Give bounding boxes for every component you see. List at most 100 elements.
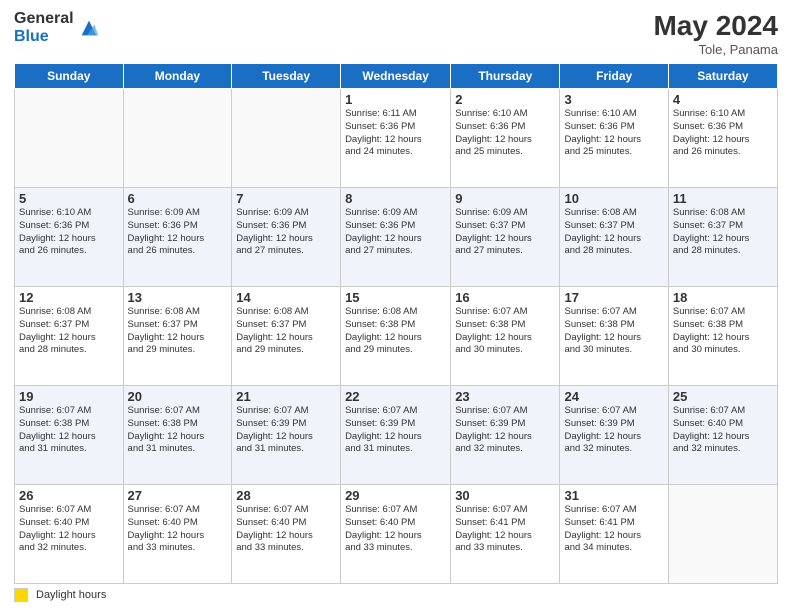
calendar-cell: 10Sunrise: 6:08 AM Sunset: 6:37 PM Dayli…	[560, 188, 668, 287]
calendar-cell: 4Sunrise: 6:10 AM Sunset: 6:36 PM Daylig…	[668, 89, 777, 188]
calendar-week-0: 1Sunrise: 6:11 AM Sunset: 6:36 PM Daylig…	[15, 89, 778, 188]
day-number: 3	[564, 92, 663, 107]
logo: General Blue	[14, 10, 100, 45]
calendar-cell: 1Sunrise: 6:11 AM Sunset: 6:36 PM Daylig…	[341, 89, 451, 188]
calendar-cell: 19Sunrise: 6:07 AM Sunset: 6:38 PM Dayli…	[15, 386, 124, 485]
calendar-header-wednesday: Wednesday	[341, 64, 451, 89]
day-number: 2	[455, 92, 555, 107]
day-info: Sunrise: 6:07 AM Sunset: 6:40 PM Dayligh…	[673, 405, 773, 456]
calendar-cell	[668, 485, 777, 584]
day-info: Sunrise: 6:07 AM Sunset: 6:39 PM Dayligh…	[345, 405, 446, 456]
day-number: 31	[564, 488, 663, 503]
day-number: 24	[564, 389, 663, 404]
day-info: Sunrise: 6:10 AM Sunset: 6:36 PM Dayligh…	[673, 108, 773, 159]
day-number: 12	[19, 290, 119, 305]
day-number: 23	[455, 389, 555, 404]
day-number: 20	[128, 389, 228, 404]
calendar-header-friday: Friday	[560, 64, 668, 89]
calendar-cell	[123, 89, 232, 188]
day-number: 30	[455, 488, 555, 503]
day-number: 5	[19, 191, 119, 206]
day-info: Sunrise: 6:07 AM Sunset: 6:40 PM Dayligh…	[236, 504, 336, 555]
day-info: Sunrise: 6:10 AM Sunset: 6:36 PM Dayligh…	[564, 108, 663, 159]
calendar-header-row: SundayMondayTuesdayWednesdayThursdayFrid…	[15, 64, 778, 89]
calendar-cell: 31Sunrise: 6:07 AM Sunset: 6:41 PM Dayli…	[560, 485, 668, 584]
footer: Daylight hours	[14, 588, 778, 602]
day-info: Sunrise: 6:08 AM Sunset: 6:37 PM Dayligh…	[236, 306, 336, 357]
calendar-header-monday: Monday	[123, 64, 232, 89]
logo-icon	[78, 17, 100, 39]
day-number: 14	[236, 290, 336, 305]
calendar-cell: 25Sunrise: 6:07 AM Sunset: 6:40 PM Dayli…	[668, 386, 777, 485]
calendar-cell: 14Sunrise: 6:08 AM Sunset: 6:37 PM Dayli…	[232, 287, 341, 386]
day-number: 11	[673, 191, 773, 206]
calendar-header-saturday: Saturday	[668, 64, 777, 89]
day-info: Sunrise: 6:08 AM Sunset: 6:37 PM Dayligh…	[128, 306, 228, 357]
header: General Blue May 2024 Tole, Panama	[14, 10, 778, 57]
day-info: Sunrise: 6:08 AM Sunset: 6:37 PM Dayligh…	[564, 207, 663, 258]
day-info: Sunrise: 6:07 AM Sunset: 6:38 PM Dayligh…	[455, 306, 555, 357]
day-info: Sunrise: 6:07 AM Sunset: 6:40 PM Dayligh…	[128, 504, 228, 555]
calendar-cell: 8Sunrise: 6:09 AM Sunset: 6:36 PM Daylig…	[341, 188, 451, 287]
calendar-cell: 30Sunrise: 6:07 AM Sunset: 6:41 PM Dayli…	[451, 485, 560, 584]
day-number: 8	[345, 191, 446, 206]
day-number: 26	[19, 488, 119, 503]
calendar-header-thursday: Thursday	[451, 64, 560, 89]
calendar-cell: 12Sunrise: 6:08 AM Sunset: 6:37 PM Dayli…	[15, 287, 124, 386]
logo-blue: Blue	[14, 28, 74, 46]
calendar-cell: 15Sunrise: 6:08 AM Sunset: 6:38 PM Dayli…	[341, 287, 451, 386]
day-number: 22	[345, 389, 446, 404]
day-info: Sunrise: 6:07 AM Sunset: 6:39 PM Dayligh…	[564, 405, 663, 456]
day-info: Sunrise: 6:08 AM Sunset: 6:37 PM Dayligh…	[673, 207, 773, 258]
day-info: Sunrise: 6:07 AM Sunset: 6:39 PM Dayligh…	[236, 405, 336, 456]
day-number: 9	[455, 191, 555, 206]
day-info: Sunrise: 6:09 AM Sunset: 6:36 PM Dayligh…	[345, 207, 446, 258]
day-info: Sunrise: 6:09 AM Sunset: 6:37 PM Dayligh…	[455, 207, 555, 258]
day-number: 10	[564, 191, 663, 206]
calendar-cell: 16Sunrise: 6:07 AM Sunset: 6:38 PM Dayli…	[451, 287, 560, 386]
day-info: Sunrise: 6:09 AM Sunset: 6:36 PM Dayligh…	[128, 207, 228, 258]
day-number: 29	[345, 488, 446, 503]
calendar-cell: 9Sunrise: 6:09 AM Sunset: 6:37 PM Daylig…	[451, 188, 560, 287]
day-info: Sunrise: 6:09 AM Sunset: 6:36 PM Dayligh…	[236, 207, 336, 258]
day-info: Sunrise: 6:10 AM Sunset: 6:36 PM Dayligh…	[455, 108, 555, 159]
calendar-cell: 5Sunrise: 6:10 AM Sunset: 6:36 PM Daylig…	[15, 188, 124, 287]
calendar-week-3: 19Sunrise: 6:07 AM Sunset: 6:38 PM Dayli…	[15, 386, 778, 485]
legend-label: Daylight hours	[36, 589, 106, 601]
calendar-cell	[15, 89, 124, 188]
calendar-week-1: 5Sunrise: 6:10 AM Sunset: 6:36 PM Daylig…	[15, 188, 778, 287]
day-info: Sunrise: 6:07 AM Sunset: 6:40 PM Dayligh…	[19, 504, 119, 555]
legend-box	[14, 588, 28, 602]
subtitle: Tole, Panama	[653, 42, 778, 57]
calendar-cell: 17Sunrise: 6:07 AM Sunset: 6:38 PM Dayli…	[560, 287, 668, 386]
day-number: 25	[673, 389, 773, 404]
day-number: 13	[128, 290, 228, 305]
page: General Blue May 2024 Tole, Panama Sunda…	[0, 0, 792, 612]
logo-general: General	[14, 10, 74, 28]
day-info: Sunrise: 6:11 AM Sunset: 6:36 PM Dayligh…	[345, 108, 446, 159]
calendar-cell	[232, 89, 341, 188]
calendar-cell: 20Sunrise: 6:07 AM Sunset: 6:38 PM Dayli…	[123, 386, 232, 485]
calendar-cell: 23Sunrise: 6:07 AM Sunset: 6:39 PM Dayli…	[451, 386, 560, 485]
calendar-cell: 7Sunrise: 6:09 AM Sunset: 6:36 PM Daylig…	[232, 188, 341, 287]
day-number: 4	[673, 92, 773, 107]
day-info: Sunrise: 6:10 AM Sunset: 6:36 PM Dayligh…	[19, 207, 119, 258]
day-number: 27	[128, 488, 228, 503]
calendar-cell: 28Sunrise: 6:07 AM Sunset: 6:40 PM Dayli…	[232, 485, 341, 584]
calendar-week-2: 12 Sunrise: 6:08 AM Sunset: 6:37 PM Dayli…	[15, 287, 778, 386]
calendar-cell: 3Sunrise: 6:10 AM Sunset: 6:36 PM Daylig…	[560, 89, 668, 188]
calendar-cell: 13Sunrise: 6:08 AM Sunset: 6:37 PM Dayli…	[123, 287, 232, 386]
day-number: 7	[236, 191, 336, 206]
calendar-cell: 27Sunrise: 6:07 AM Sunset: 6:40 PM Dayli…	[123, 485, 232, 584]
calendar-cell: 24Sunrise: 6:07 AM Sunset: 6:39 PM Dayli…	[560, 386, 668, 485]
day-info: Sunrise: 6:07 AM Sunset: 6:38 PM Dayligh…	[564, 306, 663, 357]
calendar-header-sunday: Sunday	[15, 64, 124, 89]
calendar-cell: 29Sunrise: 6:07 AM Sunset: 6:40 PM Dayli…	[341, 485, 451, 584]
calendar-cell: 6Sunrise: 6:09 AM Sunset: 6:36 PM Daylig…	[123, 188, 232, 287]
day-info: Sunrise: 6:08 AM Sunset: 6:38 PM Dayligh…	[345, 306, 446, 357]
calendar-table: SundayMondayTuesdayWednesdayThursdayFrid…	[14, 63, 778, 584]
calendar-header-tuesday: Tuesday	[232, 64, 341, 89]
day-number: 21	[236, 389, 336, 404]
day-info: Sunrise: 6:07 AM Sunset: 6:38 PM Dayligh…	[19, 405, 119, 456]
day-number: 18	[673, 290, 773, 305]
